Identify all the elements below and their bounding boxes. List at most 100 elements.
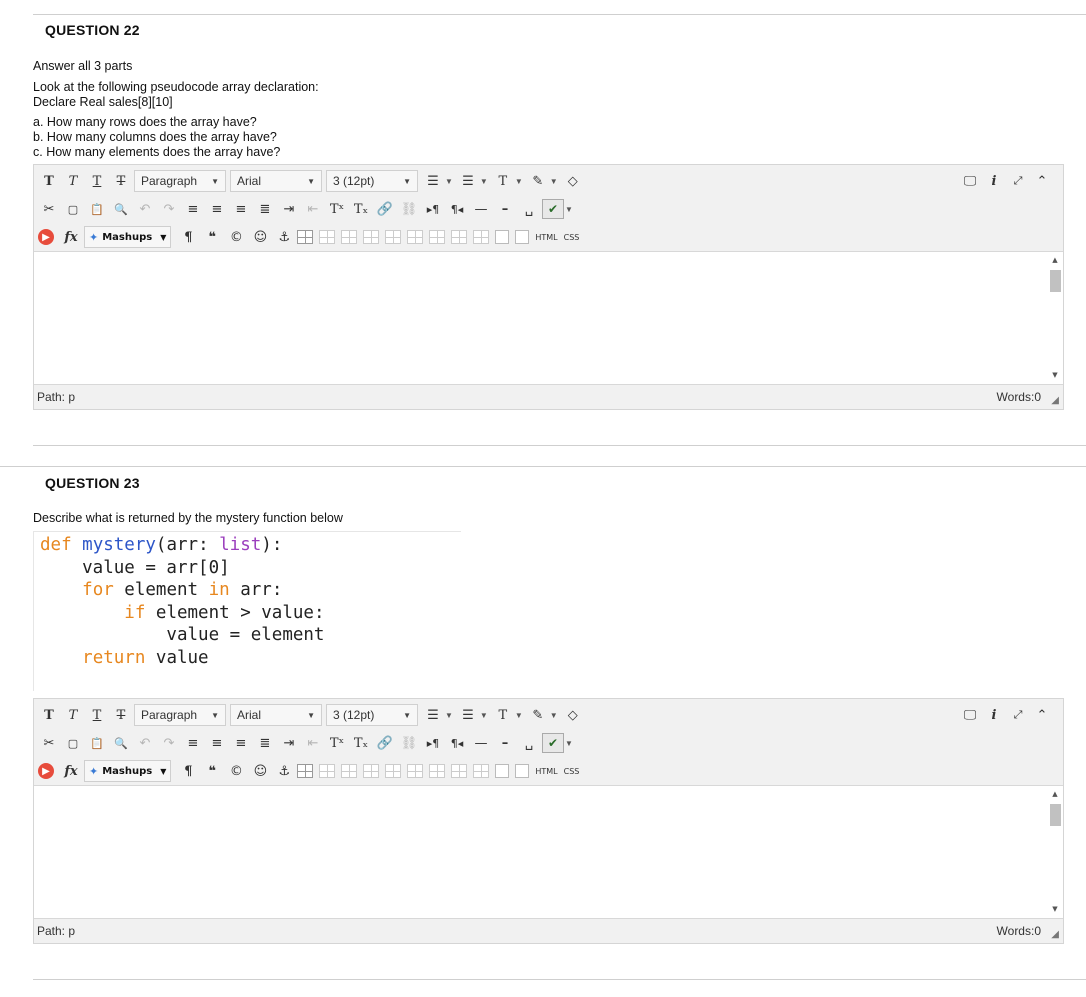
numbered-list-menu[interactable]: ▼ — [480, 711, 488, 720]
align-justify-icon[interactable]: ≣ — [254, 732, 276, 754]
highlight-menu[interactable]: ▼ — [550, 177, 558, 186]
em-dash-icon[interactable]: – — [494, 732, 516, 754]
split-cells-icon[interactable] — [495, 230, 510, 244]
blockquote-icon[interactable]: ❝ — [201, 226, 223, 248]
bullet-list-icon[interactable]: ☰ — [422, 704, 444, 726]
eraser-icon[interactable]: ◇ — [562, 704, 584, 726]
delete-col-icon[interactable] — [473, 764, 490, 778]
nonbreaking-space-icon[interactable]: ␣ — [518, 198, 540, 220]
insert-row-before-icon[interactable] — [363, 764, 380, 778]
editor-scrollbar[interactable]: ▲ ▼ — [1049, 256, 1061, 381]
insert-col-after-icon[interactable] — [451, 764, 468, 778]
spellcheck-icon[interactable]: ✔ — [542, 733, 564, 753]
delete-row-icon[interactable] — [407, 764, 424, 778]
paste-icon[interactable]: 📋 — [86, 732, 108, 754]
cut-icon[interactable]: ✂ — [38, 732, 60, 754]
collapse-toolbar-icon[interactable]: ⌃ — [1031, 704, 1053, 726]
unlink-icon[interactable]: ⛓ — [398, 732, 420, 754]
bold-button[interactable]: T — [38, 704, 60, 726]
emoticon-icon[interactable]: ☺ — [249, 760, 271, 782]
align-right-icon[interactable]: ≡ — [230, 198, 252, 220]
fullscreen-icon[interactable]: ⤢ — [1007, 704, 1029, 726]
scroll-thumb[interactable] — [1050, 270, 1061, 292]
insert-row-after-icon[interactable] — [385, 764, 402, 778]
copy-icon[interactable]: ▢ — [62, 732, 84, 754]
horizontal-rule-icon[interactable]: — — [470, 732, 492, 754]
size-dropdown[interactable]: 3 (12pt) ▼ — [326, 704, 418, 726]
insert-col-before-icon[interactable] — [429, 764, 446, 778]
indent-icon[interactable]: ⇥ — [278, 732, 300, 754]
align-center-icon[interactable]: ≡ — [206, 198, 228, 220]
insert-row-after-icon[interactable] — [385, 230, 402, 244]
insert-row-before-icon[interactable] — [363, 230, 380, 244]
media-icon[interactable]: ▶ — [38, 763, 54, 779]
split-cells-icon[interactable] — [495, 764, 510, 778]
link-icon[interactable]: 🔗 — [374, 198, 396, 220]
em-dash-icon[interactable]: – — [494, 198, 516, 220]
emoticon-icon[interactable]: ☺ — [249, 226, 271, 248]
bold-button[interactable]: T — [38, 170, 60, 192]
subscript-icon[interactable]: Tₓ — [350, 198, 372, 220]
resize-handle-icon[interactable]: ◢ — [1051, 395, 1059, 406]
font-dropdown[interactable]: Arial ▼ — [230, 170, 322, 192]
anchor-icon[interactable]: ⚓ — [273, 226, 295, 248]
mashups-dropdown[interactable]: ✦ Mashups ▼ — [84, 760, 172, 782]
link-icon[interactable]: 🔗 — [374, 732, 396, 754]
superscript-icon[interactable]: Tˣ — [326, 732, 348, 754]
italic-button[interactable]: T — [62, 170, 84, 192]
highlight-menu[interactable]: ▼ — [550, 711, 558, 720]
text-color-icon[interactable]: T — [492, 704, 514, 726]
underline-button[interactable]: T — [86, 170, 108, 192]
highlight-icon[interactable]: ✎ — [527, 170, 549, 192]
size-dropdown[interactable]: 3 (12pt) ▼ — [326, 170, 418, 192]
highlight-icon[interactable]: ✎ — [527, 704, 549, 726]
scroll-thumb[interactable] — [1050, 804, 1061, 826]
format-dropdown[interactable]: Paragraph ▼ — [134, 704, 226, 726]
editor-text-area[interactable]: ▲ ▼ — [34, 252, 1063, 385]
text-color-menu[interactable]: ▼ — [515, 711, 523, 720]
align-right-icon[interactable]: ≡ — [230, 732, 252, 754]
insert-col-after-icon[interactable] — [451, 230, 468, 244]
find-icon[interactable]: 🔍 — [110, 732, 132, 754]
insert-col-before-icon[interactable] — [429, 230, 446, 244]
align-left-icon[interactable]: ≡ — [182, 198, 204, 220]
outdent-icon[interactable]: ⇤ — [302, 198, 324, 220]
preview-icon[interactable]: 🖵 — [959, 704, 981, 726]
css-button[interactable]: CSS — [564, 767, 580, 776]
anchor-icon[interactable]: ⚓ — [273, 760, 295, 782]
html-button[interactable]: HTML — [535, 767, 557, 776]
strikethrough-button[interactable]: T — [110, 704, 132, 726]
scroll-down-icon[interactable]: ▼ — [1049, 905, 1061, 915]
spellcheck-icon[interactable]: ✔ — [542, 199, 564, 219]
paragraph-mark-icon[interactable]: ¶ — [177, 760, 199, 782]
eraser-icon[interactable]: ◇ — [562, 170, 584, 192]
copyright-icon[interactable]: © — [225, 760, 247, 782]
find-icon[interactable]: 🔍 — [110, 198, 132, 220]
outdent-icon[interactable]: ⇤ — [302, 732, 324, 754]
copy-icon[interactable]: ▢ — [62, 198, 84, 220]
format-dropdown[interactable]: Paragraph ▼ — [134, 170, 226, 192]
info-icon[interactable]: i — [983, 170, 1005, 192]
resize-handle-icon[interactable]: ◢ — [1051, 929, 1059, 940]
paragraph-mark-icon[interactable]: ¶ — [177, 226, 199, 248]
redo-icon[interactable]: ↷ — [158, 732, 180, 754]
subscript-icon[interactable]: Tₓ — [350, 732, 372, 754]
ltr-icon[interactable]: ▸¶ — [422, 198, 444, 220]
html-button[interactable]: HTML — [535, 233, 557, 242]
superscript-icon[interactable]: Tˣ — [326, 198, 348, 220]
merge-cells-icon[interactable] — [515, 230, 530, 244]
table-row-props-icon[interactable] — [319, 230, 336, 244]
numbered-list-icon[interactable]: ☰ — [457, 704, 479, 726]
redo-icon[interactable]: ↷ — [158, 198, 180, 220]
fullscreen-icon[interactable]: ⤢ — [1007, 170, 1029, 192]
align-left-icon[interactable]: ≡ — [182, 732, 204, 754]
table-cell-props-icon[interactable] — [341, 230, 358, 244]
formula-icon[interactable]: fx — [60, 760, 82, 782]
rtl-icon[interactable]: ¶◂ — [446, 198, 468, 220]
collapse-toolbar-icon[interactable]: ⌃ — [1031, 170, 1053, 192]
table-icon[interactable] — [297, 764, 314, 778]
table-cell-props-icon[interactable] — [341, 764, 358, 778]
table-icon[interactable] — [297, 230, 314, 244]
spellcheck-menu[interactable]: ▼ — [565, 739, 573, 748]
info-icon[interactable]: i — [983, 704, 1005, 726]
